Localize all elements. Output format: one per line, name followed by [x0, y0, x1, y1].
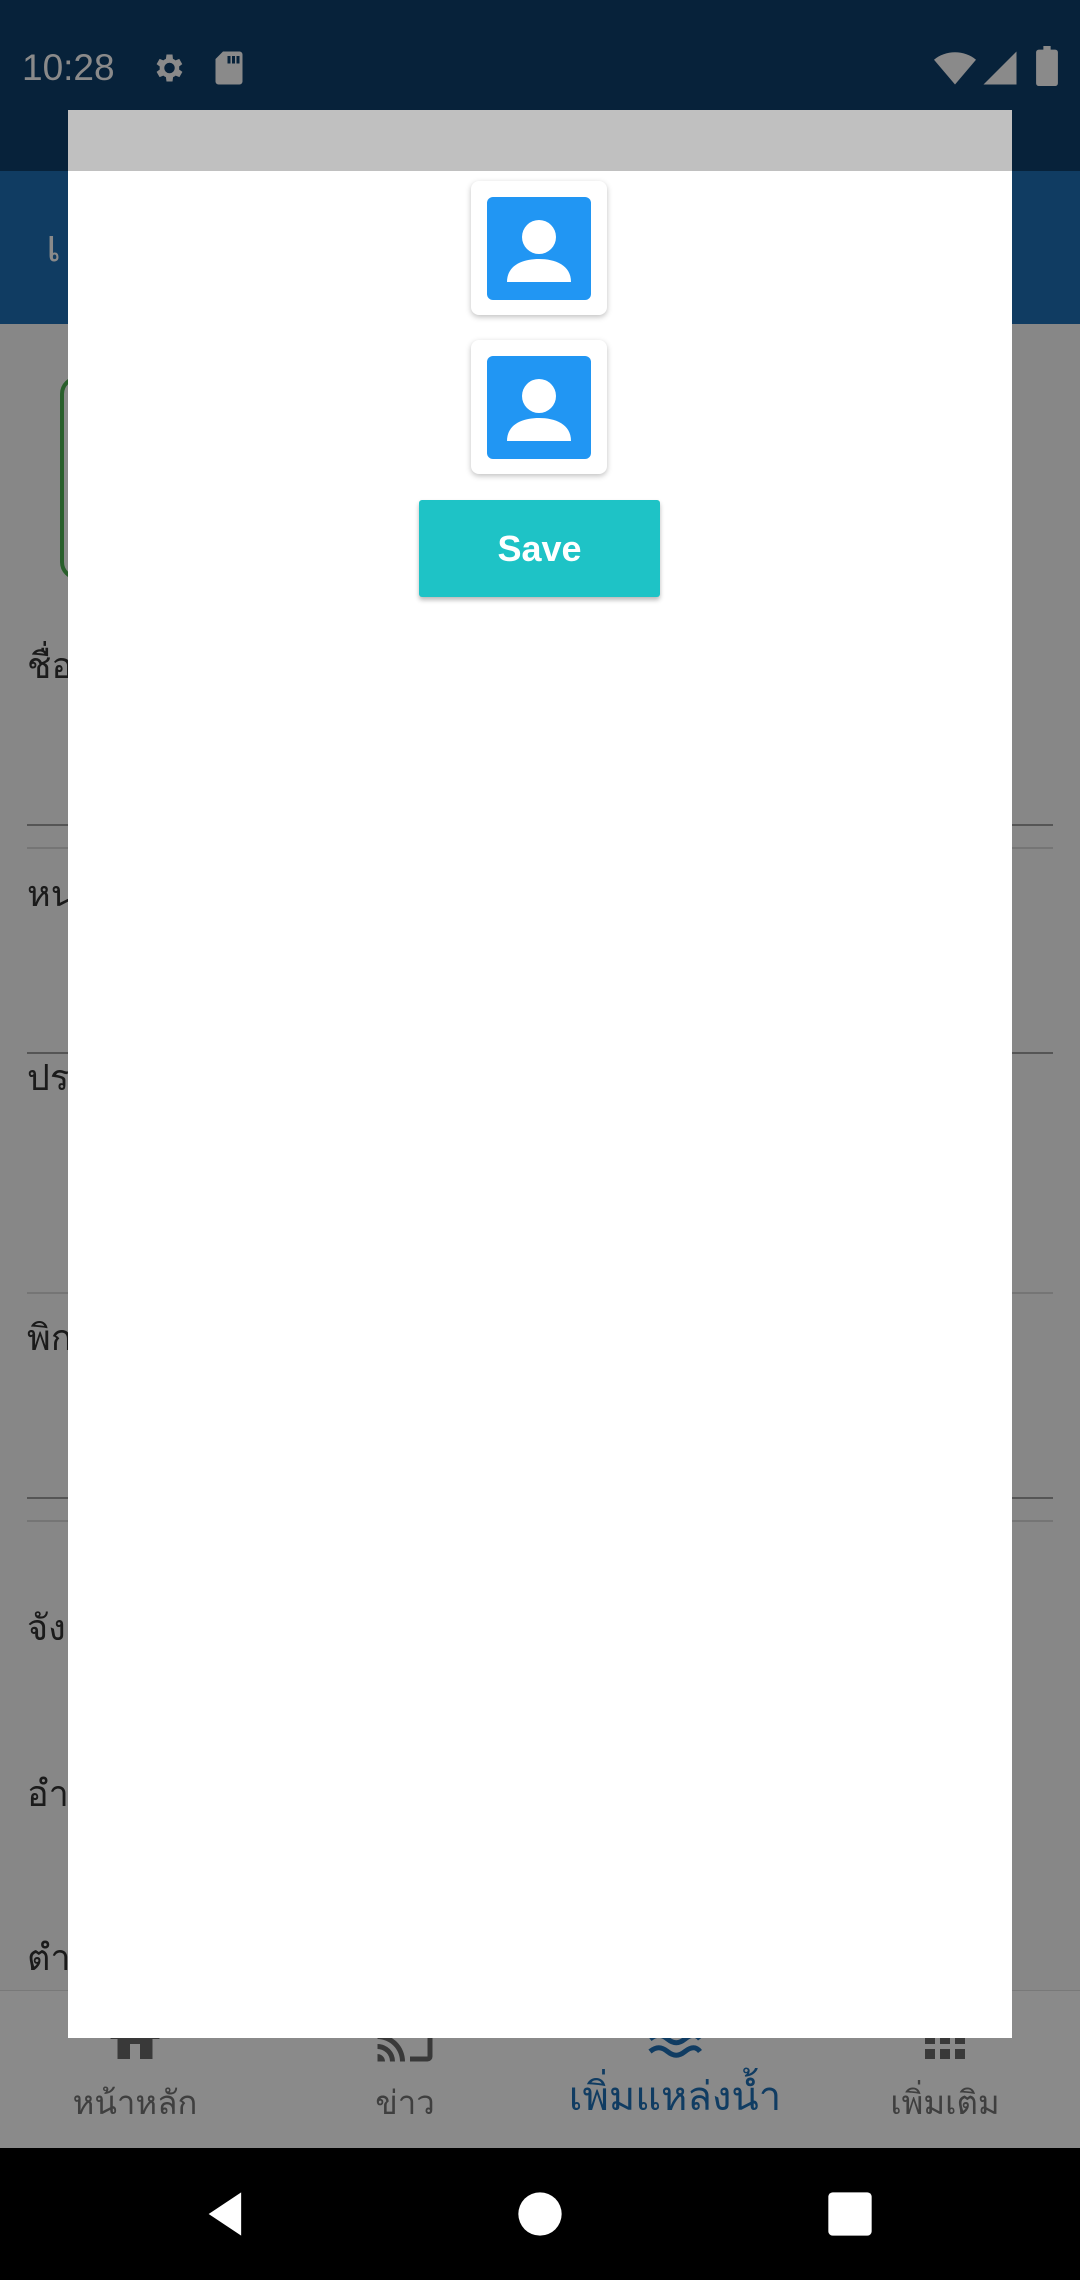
system-navigation-bar	[0, 2148, 1080, 2280]
back-icon[interactable]	[200, 2188, 252, 2240]
recents-icon[interactable]	[824, 2188, 876, 2240]
home-circle-icon[interactable]	[514, 2188, 566, 2240]
avatar-button[interactable]	[471, 181, 607, 315]
person-icon	[507, 379, 571, 441]
avatar-tile	[487, 356, 591, 459]
photo-dialog: Save	[68, 110, 1012, 2038]
avatar-button[interactable]	[471, 340, 607, 474]
save-button[interactable]: Save	[419, 500, 660, 597]
avatar-tile	[487, 197, 591, 300]
dialog-header	[68, 110, 1012, 171]
person-icon	[507, 220, 571, 282]
